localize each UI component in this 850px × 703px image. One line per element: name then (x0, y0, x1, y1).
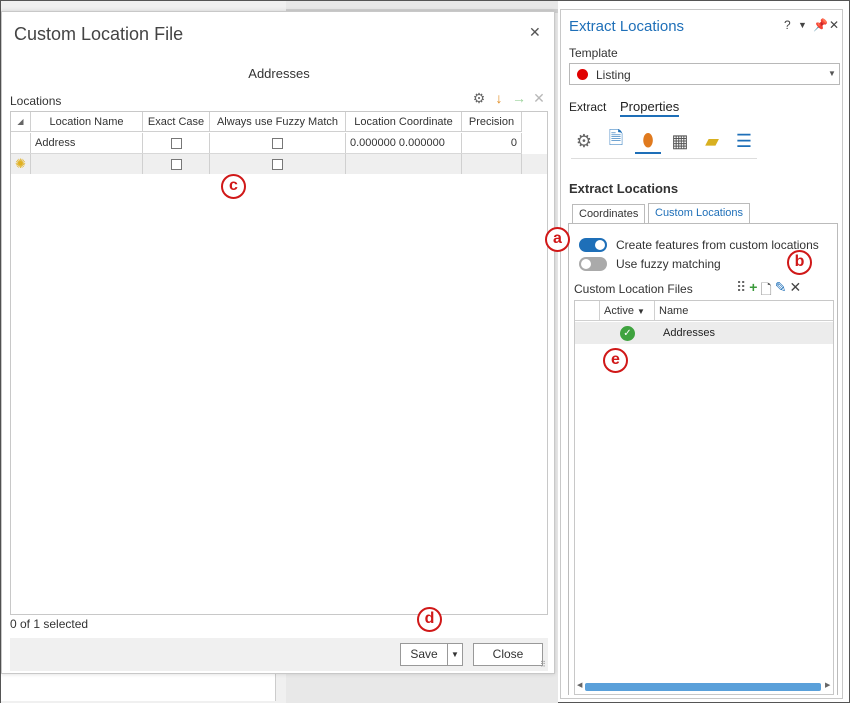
cell-precision[interactable]: 0 (462, 133, 522, 153)
clf-name-cell[interactable]: Addresses (655, 322, 833, 344)
resize-grip-icon[interactable]: ⠿ (540, 660, 546, 669)
toggle-knob (581, 259, 591, 269)
pane-menu-chevron-down-icon[interactable]: ▼ (798, 20, 807, 30)
template-select[interactable]: Listing ▼ (569, 63, 840, 85)
create-features-label: Create features from custom locations (616, 238, 819, 252)
extract-locations-pane: Extract Locations ? ▼ 📌 ✕ Template Listi… (560, 9, 843, 699)
tab-coordinates[interactable]: Coordinates (572, 204, 646, 224)
cell-location-name[interactable]: Address (31, 133, 143, 153)
template-label: Template (569, 46, 618, 60)
selection-status: 0 of 1 selected (10, 617, 89, 631)
clf-row-selector[interactable] (575, 322, 600, 344)
locations-grid: ◢ Location Name Exact Case Always use Fu… (10, 111, 548, 615)
col-active-label: Active (604, 305, 634, 317)
annotation-marker-e: e (603, 348, 628, 373)
cell-fuzzy-match[interactable] (210, 133, 346, 153)
fuzzy-matching-toggle[interactable] (579, 257, 607, 271)
annotation-marker-b: b (787, 250, 812, 275)
grid-header: ◢ Location Name Exact Case Always use Fu… (11, 112, 522, 132)
pane-title: Extract Locations (569, 18, 685, 35)
table-row[interactable]: Address 0.000000 0.000000 0 (11, 133, 522, 154)
col-active[interactable]: Active ▼ (600, 301, 655, 321)
gear-lightning-icon[interactable]: ⚙ (470, 90, 488, 106)
new-cell-precision[interactable] (462, 154, 522, 174)
gear-lightning-icon[interactable]: ⚙ (571, 128, 597, 154)
custom-location-files-label: Custom Location Files (574, 282, 693, 296)
template-chevron-down-icon: ▼ (828, 69, 836, 78)
dialog-subtitle: Addresses (248, 66, 310, 81)
new-cell-exact-case[interactable] (143, 154, 210, 174)
sliders-icon[interactable]: ☰ (731, 128, 757, 154)
scroll-right-icon[interactable]: ▶ (825, 681, 830, 689)
new-cell-fuzzy-match[interactable] (210, 154, 346, 174)
clf-corner[interactable] (575, 301, 600, 321)
sort-chevron-down-icon: ▼ (637, 307, 645, 316)
annotation-marker-a: a (545, 227, 570, 252)
clf-header: Active ▼ Name (575, 301, 833, 321)
exact-case-checkbox[interactable] (170, 137, 182, 149)
dialog-close-icon[interactable]: ✕ (529, 24, 541, 41)
close-button[interactable]: Close (473, 643, 543, 666)
fuzzy-match-checkbox[interactable] (272, 137, 283, 149)
import-arrow-down-icon[interactable]: ↓ (490, 90, 508, 106)
new-fuzzy-match-checkbox[interactable] (272, 158, 283, 170)
save-dropdown-button[interactable]: ▼ (447, 643, 463, 666)
new-cell-location-name[interactable] (31, 154, 143, 174)
export-icon[interactable]: ▰ (699, 128, 725, 154)
pin-icon[interactable]: 📌 (813, 18, 828, 32)
scroll-left-icon[interactable]: ◀ (577, 681, 582, 689)
location-pin-icon[interactable]: ⬮ (635, 128, 661, 154)
col-location-coordinate[interactable]: Location Coordinate (346, 112, 462, 132)
save-button[interactable]: Save (400, 643, 448, 666)
list-item[interactable]: ✓ Addresses (575, 322, 833, 344)
template-color-swatch (577, 69, 588, 80)
clf-active-cell[interactable]: ✓ (600, 322, 655, 344)
locations-toolbar: ⚙ ↓ → ✕ (470, 90, 548, 106)
template-value: Listing (596, 68, 631, 82)
col-location-name[interactable]: Location Name (31, 112, 143, 132)
locations-label: Locations (10, 94, 62, 108)
toggle-knob (595, 240, 605, 250)
cell-exact-case[interactable] (143, 133, 210, 153)
row-selector[interactable] (11, 133, 31, 153)
properties-icon-bar: ⚙ 🗎 ⬮ ▦ ▰ ☰ (571, 128, 757, 159)
document-icon[interactable]: 🗎 (603, 128, 629, 154)
custom-location-file-dialog: Custom Location File ✕ Addresses Locatio… (1, 11, 555, 674)
help-icon[interactable]: ? (784, 18, 791, 32)
fuzzy-matching-label: Use fuzzy matching (616, 257, 721, 271)
create-features-toggle[interactable] (579, 238, 607, 252)
new-exact-case-checkbox[interactable] (170, 158, 182, 170)
new-row-star-icon: ✺ (11, 154, 31, 174)
annotation-marker-c: c (221, 174, 246, 199)
tab-extract[interactable]: Extract (569, 100, 606, 114)
export-arrow-right-icon[interactable]: → (510, 90, 528, 106)
cell-location-coordinate[interactable]: 0.000000 0.000000 (346, 133, 462, 153)
dialog-title: Custom Location File (14, 24, 184, 44)
pane-close-icon[interactable]: ✕ (829, 18, 839, 32)
col-fuzzy-match[interactable]: Always use Fuzzy Match (210, 112, 346, 132)
new-cell-location-coordinate[interactable] (346, 154, 462, 174)
table-icon[interactable]: ▦ (667, 128, 693, 154)
col-precision[interactable]: Precision (462, 112, 522, 132)
col-exact-case[interactable]: Exact Case (143, 112, 210, 132)
col-name[interactable]: Name (655, 301, 833, 321)
tab-custom-locations[interactable]: Custom Locations (648, 203, 751, 224)
dialog-footer: Save ▼ Close ⠿ (10, 638, 548, 671)
active-check-icon: ✓ (620, 325, 635, 341)
horizontal-scrollbar[interactable] (585, 683, 821, 691)
tab-properties[interactable]: Properties (620, 99, 680, 117)
annotation-marker-d: d (417, 607, 442, 632)
select-all-corner[interactable]: ◢ (11, 112, 31, 132)
delete-icon[interactable]: ✕ (530, 90, 548, 106)
section-title: Extract Locations (569, 181, 679, 196)
new-row[interactable]: ✺ (11, 154, 547, 174)
